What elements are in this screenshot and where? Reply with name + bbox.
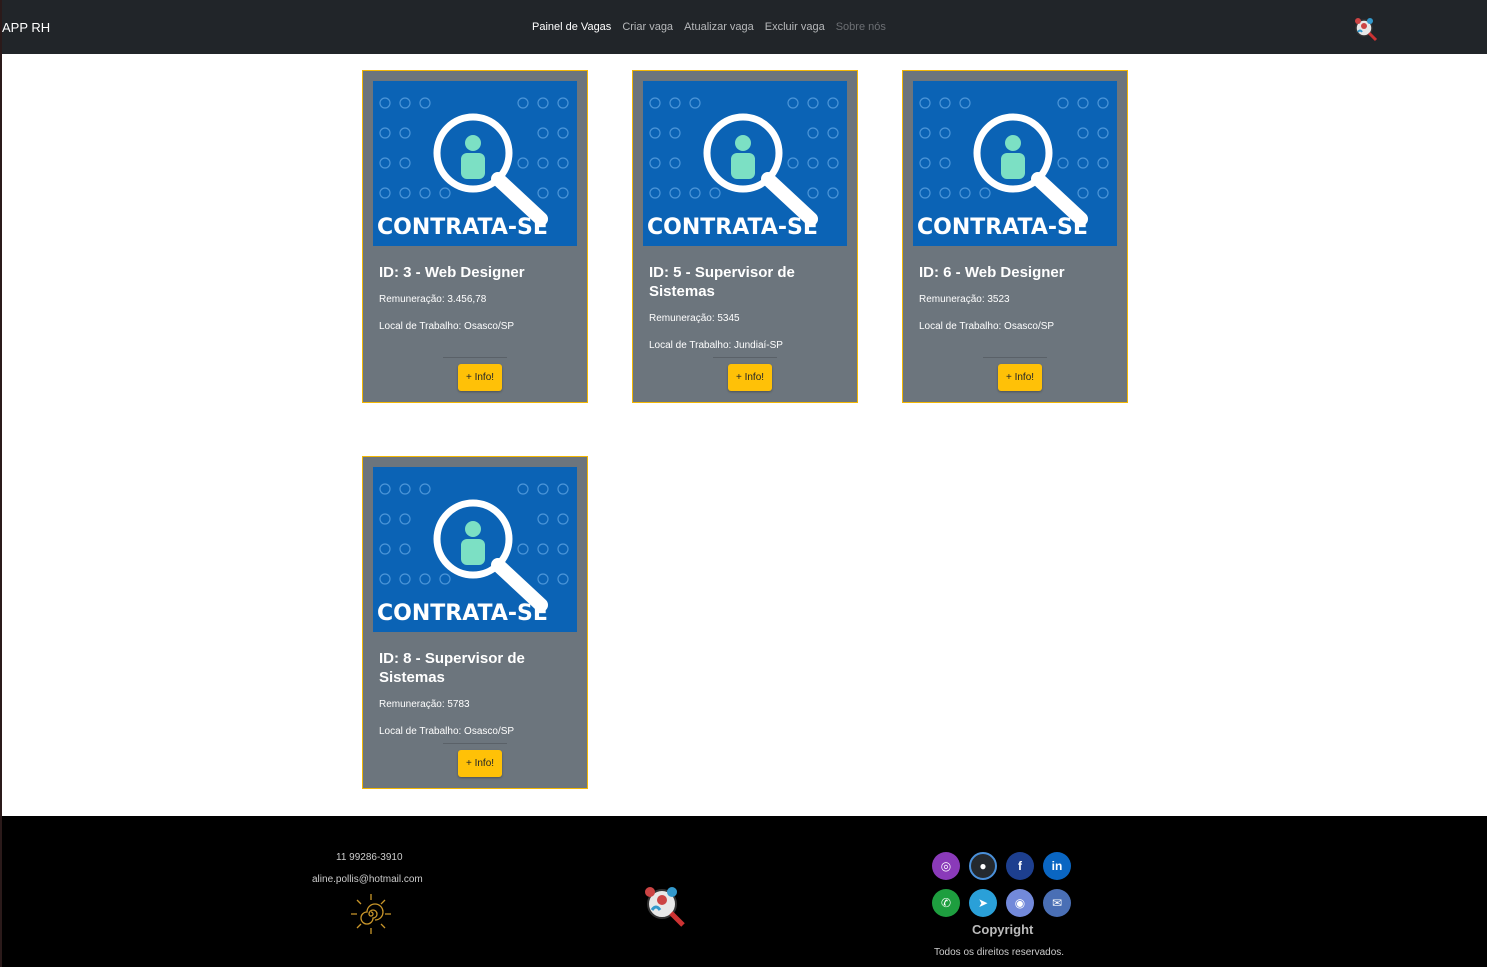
job-title: ID: 3 - Web Designer (379, 264, 525, 281)
footer-phone: 11 99286-3910 (336, 852, 403, 863)
job-salary: Remuneração: 3.456,78 (379, 294, 487, 305)
card-divider (443, 357, 507, 358)
job-title: ID: 8 - Supervisor de Sistemas (379, 650, 525, 686)
telegram-icon[interactable]: ➤ (969, 889, 997, 917)
job-location: Local de Trabalho: Osasco/SP (379, 321, 515, 332)
contrata-se-text: CONTRATA-SE (377, 215, 548, 240)
job-salary: Remuneração: 3523 (919, 294, 1010, 305)
nav-link-atualizar[interactable]: Atualizar vaga (684, 21, 754, 33)
footer-email[interactable]: aline.pollis@hotmail.com (312, 874, 423, 885)
card-divider (713, 357, 777, 358)
job-card: CONTRATA-SE ID: 8 - Supervisor de Sistem… (362, 456, 588, 789)
info-button[interactable]: + Info! (458, 750, 502, 777)
nav-link-sobre[interactable]: Sobre nós (836, 21, 886, 33)
app-logo-icon[interactable] (1350, 14, 1378, 42)
facebook-icon[interactable]: f (1006, 852, 1034, 880)
job-banner-image: CONTRATA-SE (643, 81, 847, 246)
job-location: Local de Trabalho: Osasco/SP (379, 726, 515, 737)
contrata-se-text: CONTRATA-SE (917, 215, 1088, 240)
job-salary: Remuneração: 5345 (649, 313, 740, 324)
footer-logo-icon (645, 887, 685, 927)
card-divider (983, 357, 1047, 358)
job-location: Local de Trabalho: Jundiaí-SP (649, 340, 783, 351)
job-card: CONTRATA-SE ID: 3 - Web Designer Remuner… (362, 70, 588, 403)
info-button[interactable]: + Info! (458, 364, 502, 391)
job-banner-image: CONTRATA-SE (913, 81, 1117, 246)
discord-icon[interactable]: ◉ (1006, 889, 1034, 917)
footer: 11 99286-3910 aline.pollis@hotmail.com ◎… (2, 816, 1487, 967)
sun-spiral-icon (351, 894, 391, 934)
nav-links: Painel de Vagas Criar vaga Atualizar vag… (532, 21, 886, 33)
contrata-se-text: CONTRATA-SE (377, 601, 548, 626)
job-salary: Remuneração: 5783 (379, 699, 470, 710)
email-icon[interactable]: ✉ (1043, 889, 1071, 917)
job-title: ID: 6 - Web Designer (919, 264, 1065, 281)
contrata-se-text: CONTRATA-SE (647, 215, 818, 240)
navbar: APP RH Painel de Vagas Criar vaga Atuali… (2, 0, 1487, 54)
job-title: ID: 5 - Supervisor de Sistemas (649, 264, 795, 300)
job-banner-image: CONTRATA-SE (373, 467, 577, 632)
github-icon[interactable]: ● (969, 852, 997, 880)
whatsapp-icon[interactable]: ✆ (932, 889, 960, 917)
job-card: CONTRATA-SE ID: 6 - Web Designer Remuner… (902, 70, 1128, 403)
nav-link-excluir[interactable]: Excluir vaga (765, 21, 825, 33)
job-card: CONTRATA-SE ID: 5 - Supervisor de Sistem… (632, 70, 858, 403)
job-banner-image: CONTRATA-SE (373, 81, 577, 246)
copyright: Copyright (972, 922, 1034, 937)
nav-link-painel[interactable]: Painel de Vagas (532, 21, 611, 33)
info-button[interactable]: + Info! (998, 364, 1042, 391)
rights-text: Todos os direitos reservados. (934, 947, 1065, 958)
card-divider (443, 743, 507, 744)
brand[interactable]: APP RH (2, 20, 50, 35)
instagram-icon[interactable]: ◎ (932, 852, 960, 880)
info-button[interactable]: + Info! (728, 364, 772, 391)
page: APP RH Painel de Vagas Criar vaga Atuali… (2, 0, 1487, 967)
nav-link-criar[interactable]: Criar vaga (622, 21, 673, 33)
linkedin-icon[interactable]: in (1043, 852, 1071, 880)
job-location: Local de Trabalho: Osasco/SP (919, 321, 1055, 332)
